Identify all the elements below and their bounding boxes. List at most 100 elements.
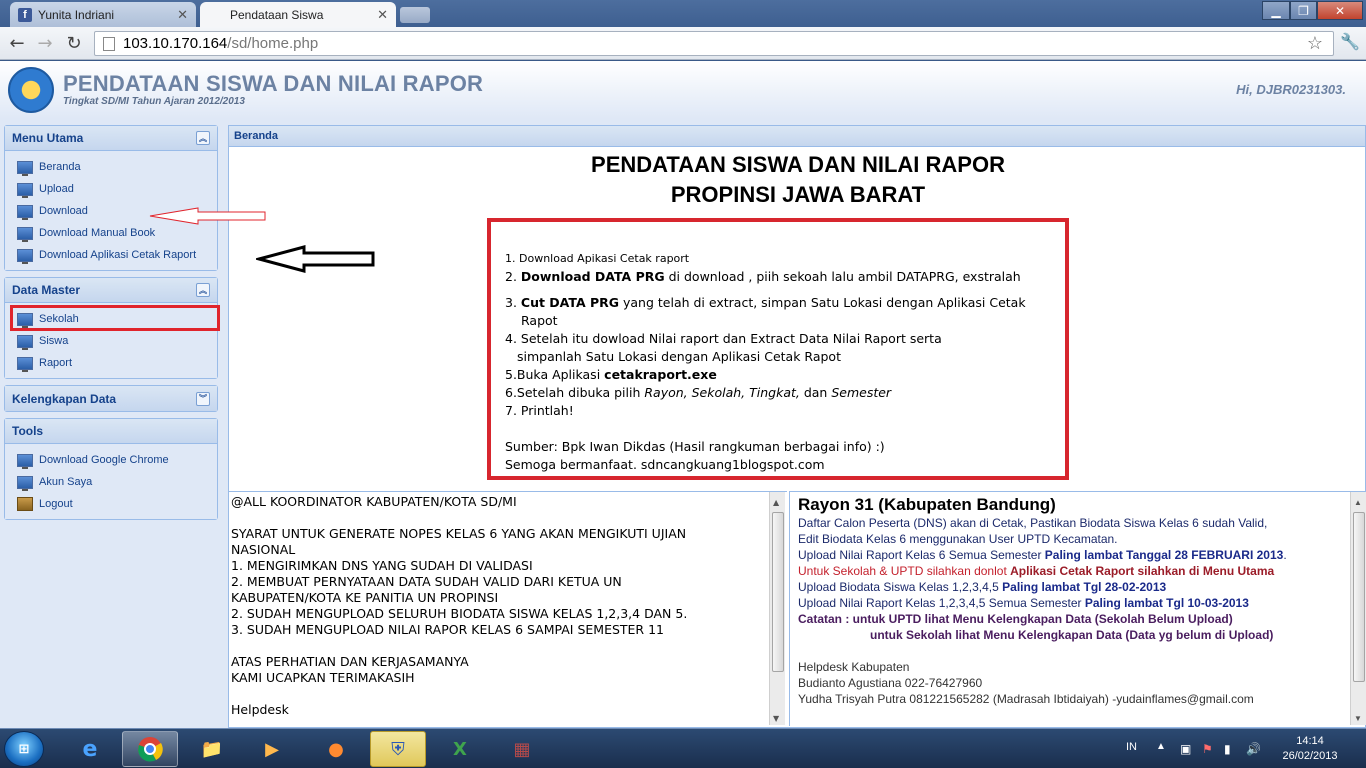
sidebar-item-label: Download [39,205,88,217]
folder-icon[interactable]: 📁 [184,731,240,767]
sidebar-item-beranda[interactable]: Beranda [5,156,217,178]
sidebar-item-label: Upload [39,183,74,195]
notice-line: Helpdesk [231,702,289,717]
back-icon[interactable]: ← [6,32,28,54]
instruction-closing: Semoga bermanfaat. sdncangkuang1blogspot… [505,457,825,472]
facebook-icon: f [18,7,32,22]
scroll-up-icon[interactable]: ▲ [773,495,779,511]
wrench-icon[interactable]: 🔧 [1340,32,1360,51]
security-shield-icon[interactable]: ⛨ [370,731,426,767]
notice-line: KABUPATEN/KOTA KE PANITIA UN PROPINSI [231,590,499,605]
panel-title: Menu Utama [12,131,84,145]
instruction-source: Sumber: Bpk Iwan Dikdas (Hasil rangkuman… [505,439,885,454]
system-tray: IN ▲ ▣ ⚑ ▮ 🔊 14:14 26/02/2013 [1120,729,1366,768]
new-tab-button[interactable] [400,7,430,23]
main-content: Beranda PENDATAAN SISWA DAN NILAI RAPOR … [228,125,1366,728]
notice-line: untuk Sekolah lihat Menu Kelengkapan Dat… [870,628,1274,642]
sidebar-item-label: Download Google Chrome [39,454,169,466]
tab-pendataan[interactable]: Pendataan Siswa ✕ [200,2,396,27]
panel-header[interactable]: Menu Utama ︽ [5,126,217,151]
sidebar-item-logout[interactable]: Logout [5,493,217,515]
sidebar-item-download-aplikasi-cetak-raport[interactable]: Download Aplikasi Cetak Raport [5,244,217,266]
minimize-button[interactable]: ▁ [1262,1,1290,20]
monitor-icon [17,356,33,372]
instruction-line: 7. Printlah! [505,403,574,418]
close-icon[interactable]: ✕ [177,7,188,23]
panel-header[interactable]: Data Master ︽ [5,278,217,303]
address-bar[interactable]: 103.10.170.164/sd/home.php ☆ [94,31,1334,56]
collapse-icon[interactable]: ︽ [196,283,210,297]
sidebar-item-siswa[interactable]: Siswa [5,330,217,352]
winrar-icon[interactable]: ▦ [494,731,550,767]
network-icon[interactable]: ▣ [1180,742,1191,756]
clock-date: 26/02/2013 [1282,750,1338,762]
language-indicator[interactable]: IN [1126,741,1137,753]
monitor-icon [17,160,33,176]
notice-line: 3. SUDAH MENGUPLOAD NILAI RAPOR KELAS 6 … [231,622,665,637]
monitor-icon [17,248,33,264]
clock-time: 14:14 [1296,735,1324,747]
notice-panel-right: Rayon 31 (Kabupaten Bandung) Daftar Calo… [789,491,1366,726]
red-arrow-annotation [149,207,266,225]
ie-icon[interactable]: e [62,731,118,767]
instruction-line: 6.Setelah dibuka pilih Rayon, Sekolah, T… [505,385,892,400]
black-arrow-annotation [256,245,375,273]
close-window-button[interactable]: ✕ [1317,1,1363,20]
page-subtitle: Tingkat SD/MI Tahun Ajaran 2012/2013 [63,96,245,107]
action-center-icon[interactable]: ⚑ [1202,742,1213,756]
notice-text: @ALL KOORDINATOR KABUPATEN/KOTA SD/MI SY… [231,494,787,718]
logout-icon [17,497,33,511]
scroll-thumb[interactable] [1353,512,1365,682]
instruction-line: 1. Download Apikasi Cetak raport [505,252,690,265]
sidebar-item-raport[interactable]: Raport [5,352,217,374]
sidebar-item-label: Siswa [39,335,69,347]
tab-facebook[interactable]: f Yunita Indriani ✕ [10,2,196,27]
forward-icon[interactable]: → [34,32,56,54]
power-icon[interactable]: ▮ [1224,742,1231,756]
panel-title: Tools [12,424,44,438]
notice-line [231,510,787,526]
maximize-button[interactable]: ❐ [1290,1,1317,20]
browser-tabbar: f Yunita Indriani ✕ Pendataan Siswa ✕ ▁ … [0,0,1366,27]
star-icon[interactable]: ☆ [1307,33,1323,54]
panel-menu-utama: Menu Utama ︽ Beranda Upload Download Dow… [4,125,218,271]
sidebar-item-akun-saya[interactable]: Akun Saya [5,471,217,493]
notice-line: Daftar Calon Peserta (DNS) akan di Cetak… [798,516,1268,530]
firefox-icon[interactable]: ● [308,731,364,767]
tray-expand-icon[interactable]: ▲ [1156,741,1166,752]
expand-icon[interactable]: ︾ [196,391,210,406]
notice-line: SYARAT UNTUK GENERATE NOPES KELAS 6 YANG… [231,526,687,541]
close-icon[interactable]: ✕ [377,7,388,23]
clock[interactable]: 14:14 26/02/2013 [1270,734,1350,764]
instruction-line: simpanlah Satu Lokasi dengan Aplikasi Ce… [517,349,841,364]
media-player-icon[interactable]: ▶ [244,731,300,767]
scroll-down-icon[interactable]: ▼ [1354,711,1362,726]
browser-toolbar: ← → ↻ 103.10.170.164/sd/home.php ☆ 🔧 [0,27,1366,60]
chrome-icon[interactable] [122,731,178,767]
panel-header[interactable]: Tools [5,419,217,444]
scrollbar[interactable]: ▲ ▼ [1350,492,1366,725]
scrollbar[interactable]: ▲ ▼ [769,492,785,725]
sidebar-item-download-manual-book[interactable]: Download Manual Book [5,222,217,244]
start-button[interactable]: ⊞ [4,731,44,767]
panel-kelengkapan-data: Kelengkapan Data ︾ [4,385,218,412]
sidebar-item-download-google-chrome[interactable]: Download Google Chrome [5,449,217,471]
scroll-down-icon[interactable]: ▼ [773,711,779,726]
page-icon [103,36,115,51]
scroll-up-icon[interactable]: ▲ [1354,495,1362,511]
notice-line [231,686,787,702]
scroll-thumb[interactable] [772,512,784,672]
highlight-box [10,305,220,331]
sidebar-item-label: Beranda [39,161,81,173]
reload-icon[interactable]: ↻ [63,32,85,54]
excel-icon[interactable]: X [432,731,488,767]
collapse-icon[interactable]: ︽ [196,131,210,145]
tab-label: Pendataan Siswa [230,7,324,22]
volume-icon[interactable]: 🔊 [1246,742,1261,756]
sidebar-item-upload[interactable]: Upload [5,178,217,200]
monitor-icon [17,453,33,469]
notice-line [231,638,787,654]
panel-header[interactable]: Kelengkapan Data ︾ [5,386,217,411]
notice-line: Upload Biodata Siswa Kelas 1,2,3,4,5 Pal… [798,580,1167,594]
instruction-line: 5.Buka Aplikasi cetakraport.exe [505,367,717,382]
